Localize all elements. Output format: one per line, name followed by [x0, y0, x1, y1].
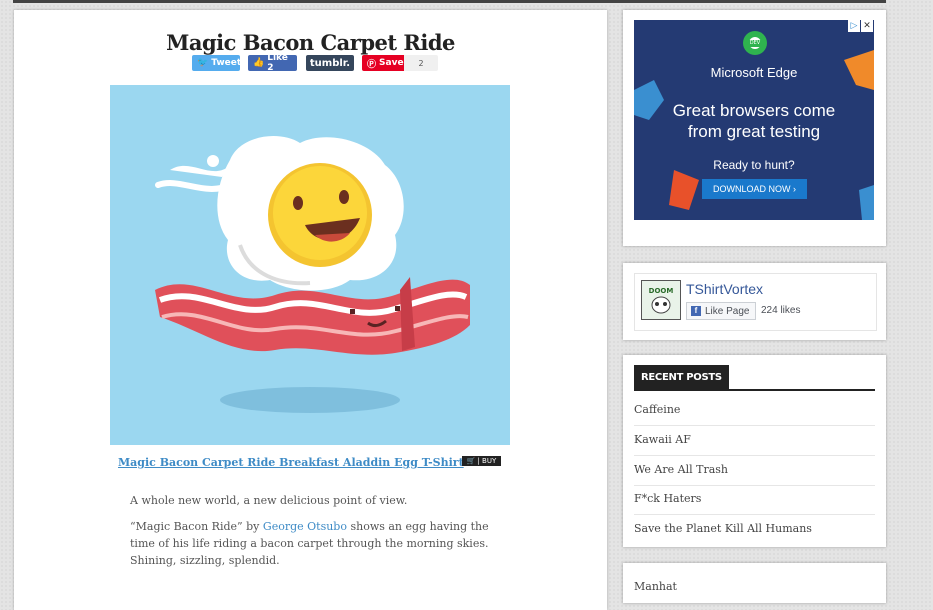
para2-text-start: “Magic Bacon Ride” by [130, 520, 263, 533]
buy-label: | BUY [477, 457, 497, 465]
recent-post-item[interactable]: We Are All Trash [634, 463, 875, 476]
recent-posts-title: RECENT POSTS [634, 365, 729, 390]
egg-on-bacon-illustration [110, 85, 510, 445]
facebook-page-name[interactable]: TShirtVortex [686, 281, 763, 297]
recent-posts-widget: RECENT POSTS Caffeine Kawaii AF We Are A… [623, 355, 886, 547]
pinterest-save-button[interactable]: Ⓟ Save [362, 55, 404, 71]
pinterest-icon: Ⓟ [367, 59, 377, 70]
ad-headline: Great browsers come from great testing [672, 101, 836, 141]
top-bar [13, 0, 886, 3]
tumblr-button[interactable]: tumblr. [306, 55, 354, 71]
article-paragraph-1: A whole new world, a new delicious point… [130, 494, 408, 507]
recent-post-item[interactable]: Save the Planet Kill All Humans [634, 522, 875, 535]
svg-text:DOOM: DOOM [649, 287, 674, 295]
recent-posts-divider [634, 389, 875, 391]
like-label: Like 2 [267, 53, 288, 73]
article-paragraph-2: “Magic Bacon Ride” by George Otsubo show… [130, 518, 490, 569]
cart-icon: 🛒 [466, 457, 476, 465]
ad-brand: Microsoft Edge [710, 65, 798, 80]
thumbs-up-icon: 👍 [253, 58, 265, 68]
facebook-like-button[interactable]: 👍 Like 2 [248, 53, 297, 73]
recent-post-item[interactable]: F*ck Haters [634, 492, 875, 505]
facebook-page-plugin: DOOM TShirtVortex f Like Page 224 likes [634, 273, 877, 331]
facebook-icon: f [691, 306, 701, 316]
artist-link[interactable]: George Otsubo [263, 520, 347, 533]
product-link[interactable]: Magic Bacon Carpet Ride Breakfast Aladdi… [118, 456, 464, 469]
tweet-button[interactable]: 🐦 Tweet [192, 55, 242, 71]
article-panel: Magic Bacon Carpet Ride 🐦 Tweet 👍 Like 2 t… [14, 10, 607, 610]
save-label: Save [379, 58, 404, 68]
tweet-label: Tweet [211, 58, 242, 68]
page-avatar[interactable]: DOOM [641, 280, 681, 320]
divider [634, 514, 875, 515]
page-title: Magic Bacon Carpet Ride [166, 30, 455, 55]
ad-download-button[interactable]: DOWNLOAD NOW › [702, 179, 807, 199]
recent-post-item[interactable]: Kawaii AF [634, 433, 875, 446]
buy-button[interactable]: 🛒 | BUY [462, 456, 501, 466]
ad-widget: DEV Microsoft Edge Great browsers come fr… [623, 10, 886, 246]
recent-post-item[interactable]: Caffeine [634, 403, 875, 416]
edge-dev-logo-icon: DEV [743, 31, 767, 55]
microsoft-edge-ad[interactable]: DEV Microsoft Edge Great browsers come fr… [634, 20, 874, 220]
save-count: 2 [404, 55, 438, 71]
next-widget: Manhat [623, 563, 886, 603]
likes-count: 224 likes [761, 305, 801, 316]
like-page-button[interactable]: f Like Page [686, 302, 756, 320]
ad-info-icon[interactable]: ▷ [848, 20, 860, 32]
ad-close-icon[interactable]: ✕ [861, 20, 873, 32]
divider [634, 425, 875, 426]
skull-logo-icon: DOOM [642, 281, 680, 319]
divider [634, 455, 875, 456]
twitter-icon: 🐦 [197, 58, 209, 68]
facebook-widget: DOOM TShirtVortex f Like Page 224 likes [623, 263, 886, 340]
ad-subtext: Ready to hunt? [713, 158, 795, 172]
product-image[interactable] [110, 85, 510, 445]
like-page-label: Like Page [705, 305, 750, 317]
divider [634, 485, 875, 486]
